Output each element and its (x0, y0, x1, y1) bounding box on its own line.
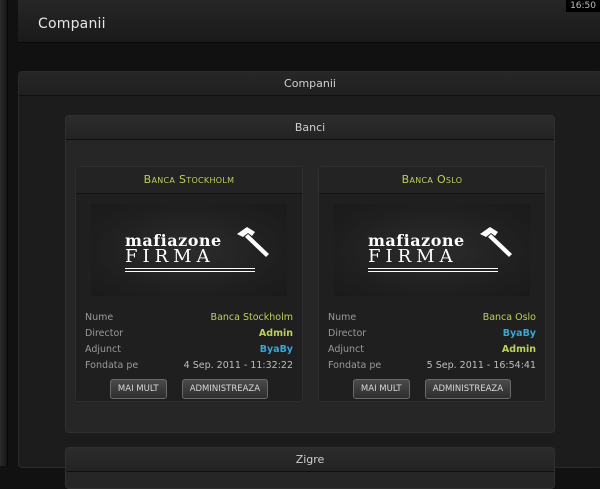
companii-panel-title: Companii (19, 72, 600, 96)
info-row-fondata: Fondata pe 4 Sep. 2011 - 11:32:22 (85, 358, 293, 374)
hammer-icon (237, 227, 269, 257)
page-header: Companii (18, 0, 600, 43)
logo-underline (125, 268, 255, 269)
director-user-link[interactable]: ByaBy (503, 326, 536, 342)
company-logo: mafiazone FIRMA (91, 204, 287, 296)
left-sidebar-rail (0, 0, 8, 466)
logo-underline (125, 271, 255, 272)
card-actions: MAI MULT ADMINISTREAZA (319, 376, 545, 399)
bank-info: Nume Banca Stockholm Director Admin Adju… (76, 310, 302, 374)
info-value-name: Banca Oslo (482, 312, 536, 323)
hammer-icon (480, 227, 512, 257)
info-row-fondata: Fondata pe 5 Sep. 2011 - 16:54:41 (328, 358, 536, 374)
logo-text-bottom: FIRMA (125, 246, 215, 267)
administer-button[interactable]: ADMINISTREAZA (424, 379, 512, 399)
info-value-name: Banca Stockholm (210, 312, 293, 323)
bank-card-stockholm: Banca Stockholm mafiazone FIRMA Nume Ban… (75, 166, 303, 402)
company-logo: mafiazone FIRMA (334, 204, 530, 296)
info-row-adjunct: Adjunct ByaBy (85, 342, 293, 358)
more-button[interactable]: MAI MULT (109, 379, 167, 399)
logo-text-bottom: FIRMA (368, 246, 458, 267)
zigre-section: Zigre (65, 447, 555, 489)
info-row-nume: Nume Banca Stockholm (85, 310, 293, 326)
bank-card-title[interactable]: Banca Oslo (319, 167, 545, 194)
info-label: Director (328, 328, 367, 339)
info-label: Fondata pe (85, 360, 139, 371)
bank-card-oslo: Banca Oslo mafiazone FIRMA Nume Banca Os… (318, 166, 546, 402)
info-value-date: 5 Sep. 2011 - 16:54:41 (426, 360, 536, 371)
adjunct-user-link[interactable]: Admin (502, 342, 536, 358)
page-title: Companii (38, 16, 106, 32)
logo-underline (368, 271, 498, 272)
bank-card-title[interactable]: Banca Stockholm (76, 167, 302, 194)
bank-info: Nume Banca Oslo Director ByaBy Adjunct A… (319, 310, 545, 374)
info-row-adjunct: Adjunct Admin (328, 342, 536, 358)
clock: 16:50 (566, 0, 600, 12)
administer-button[interactable]: ADMINISTREAZA (181, 379, 269, 399)
info-label: Fondata pe (328, 360, 382, 371)
info-label: Adjunct (85, 344, 121, 355)
card-actions: MAI MULT ADMINISTREAZA (76, 376, 302, 399)
info-label: Nume (328, 312, 357, 323)
info-row-director: Director Admin (85, 326, 293, 342)
info-label: Nume (85, 312, 114, 323)
banci-section: Banci Banca Stockholm mafiazone FIRMA Nu… (65, 115, 555, 433)
companii-panel: Companii Banci Banca Stockholm mafiazone… (18, 71, 600, 489)
info-label: Adjunct (328, 344, 364, 355)
more-button[interactable]: MAI MULT (352, 379, 410, 399)
info-row-director: Director ByaBy (328, 326, 536, 342)
banci-section-title: Banci (66, 116, 554, 140)
info-value-date: 4 Sep. 2011 - 11:32:22 (183, 360, 293, 371)
logo-underline (368, 268, 498, 269)
info-row-nume: Nume Banca Oslo (328, 310, 536, 326)
director-user-link[interactable]: Admin (259, 326, 293, 342)
zigre-section-title: Zigre (66, 448, 554, 472)
info-label: Director (85, 328, 124, 339)
adjunct-user-link[interactable]: ByaBy (260, 342, 293, 358)
